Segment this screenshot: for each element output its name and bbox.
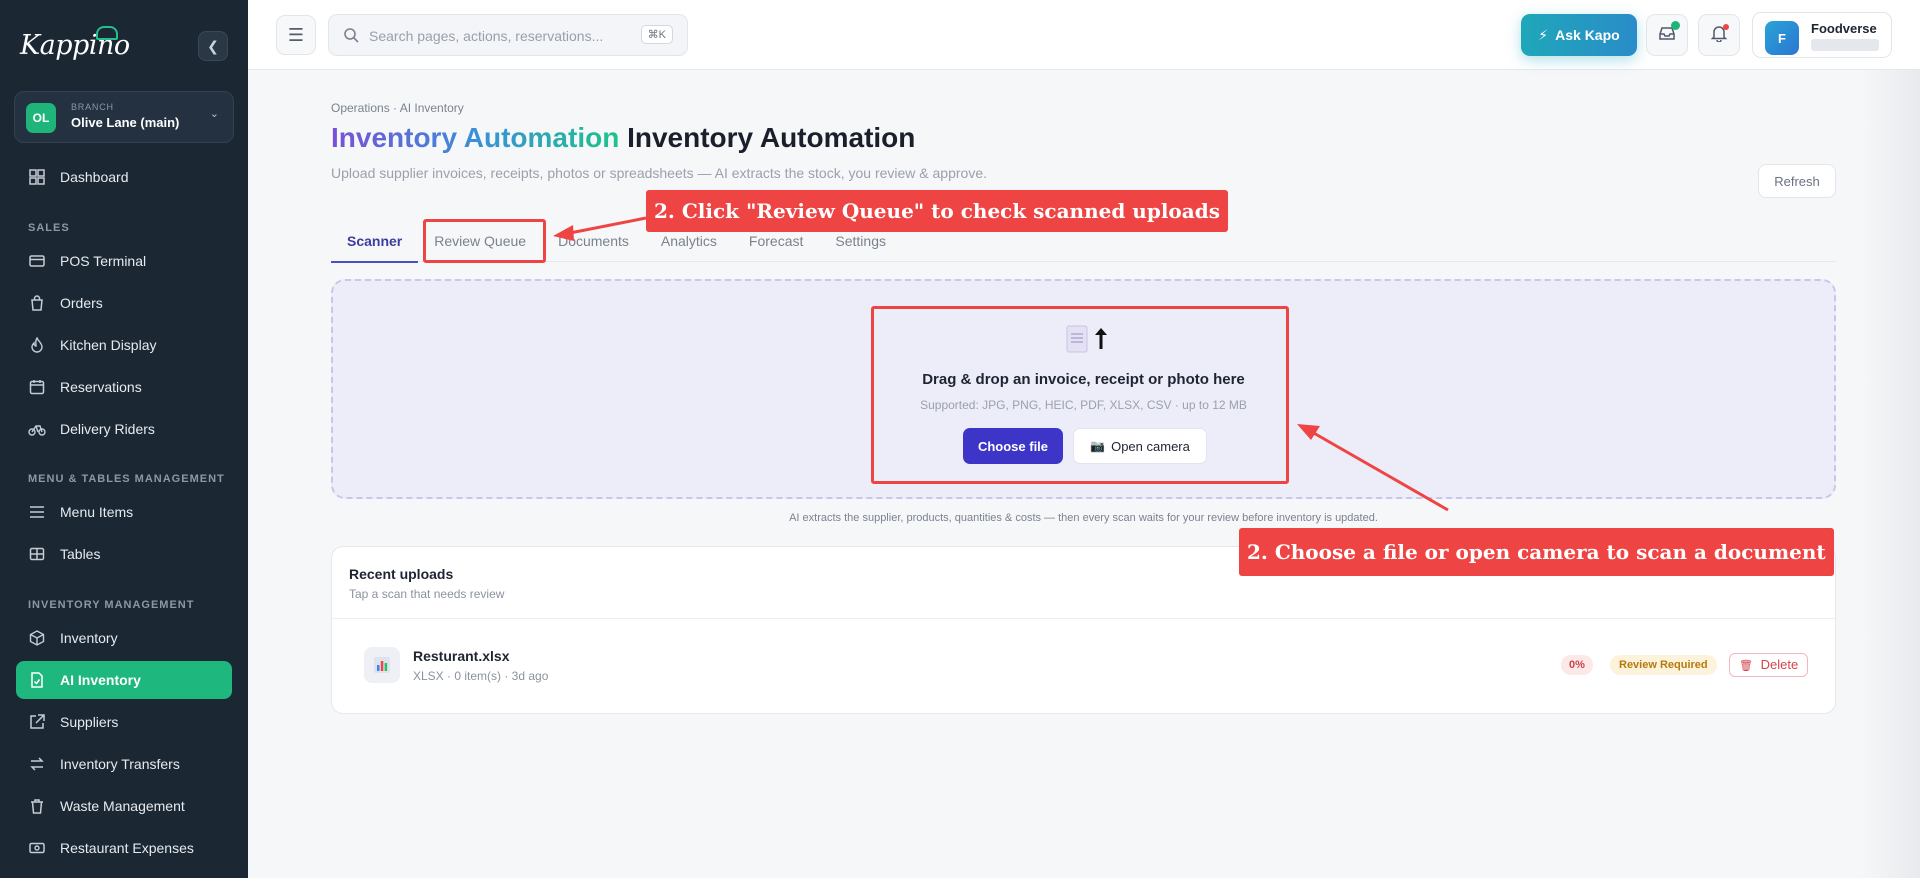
arrowhead-review [553,225,574,241]
arrow-to-review-queue [569,216,647,235]
annotation-arrows [553,216,1449,512]
callout-upload: 2. Choose a file or open camera to scan … [1239,528,1834,576]
arrowhead-upload [1297,424,1320,440]
callout-review-queue: 2. Click "Review Queue" to check scanned… [646,190,1228,232]
arrow-to-upload-controls [1311,430,1449,512]
